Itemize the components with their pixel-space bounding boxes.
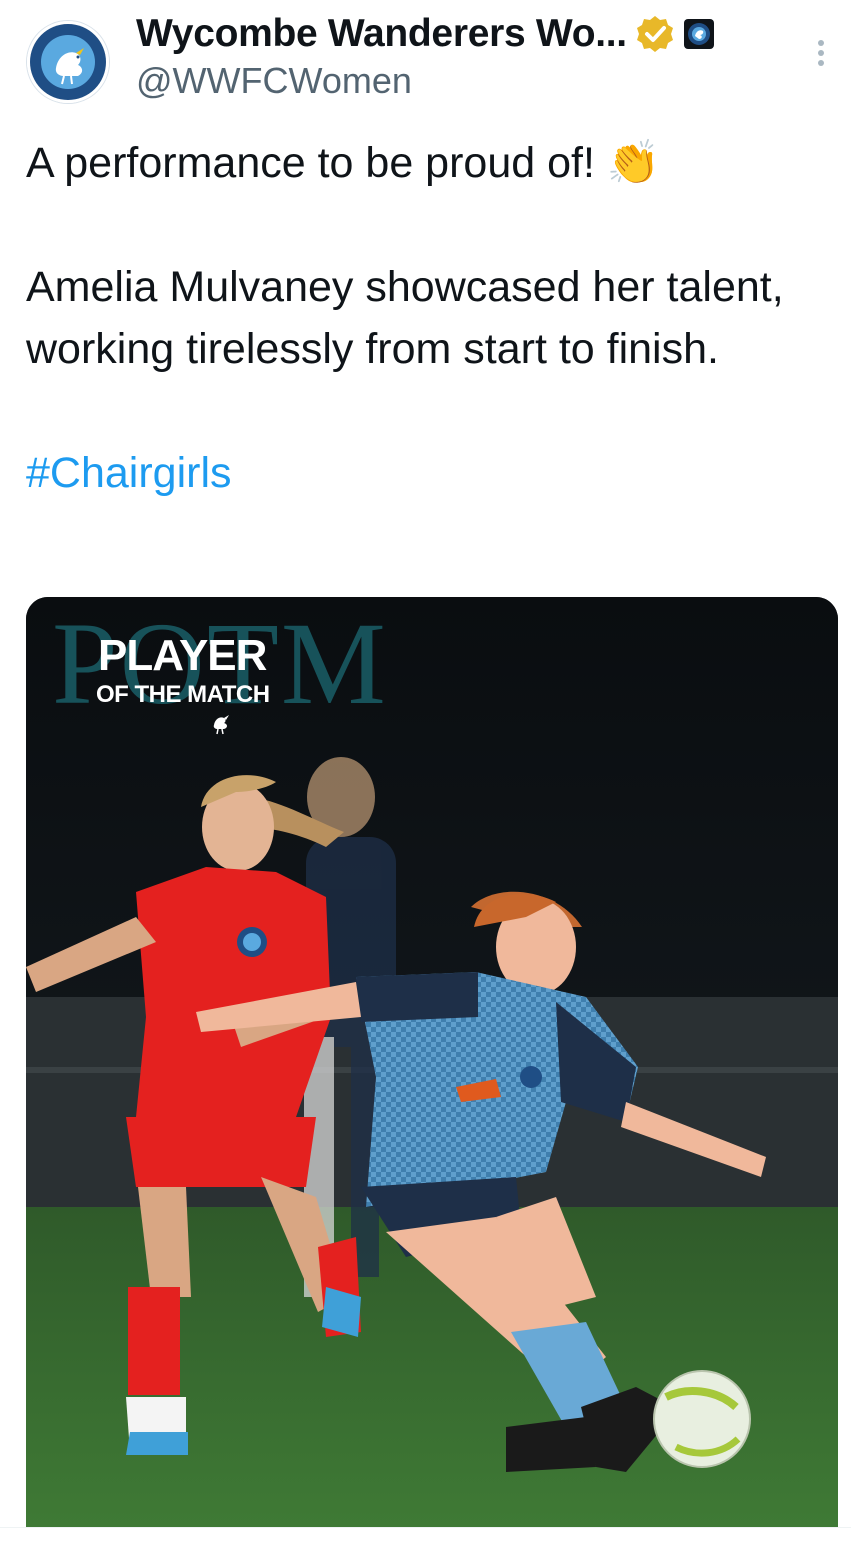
match-photo [26,597,838,1527]
hashtag-link[interactable]: #Chairgirls [26,449,232,497]
football [653,1370,751,1468]
verified-badge-icon[interactable] [635,14,675,54]
affiliate-crest-icon[interactable] [683,18,715,50]
swan-logo-icon [213,715,229,735]
player-title: PLAYER [98,631,267,680]
account-avatar[interactable] [26,20,110,104]
tweet-header: Wycombe Wanderers Wo... @WWFCWomen [0,0,851,120]
display-name[interactable]: Wycombe Wanderers Wo... [136,12,627,56]
account-handle[interactable]: @WWFCWomen [136,60,412,102]
tweet-line-1: A performance to be proud of! 👏 [26,139,661,187]
more-options-icon[interactable] [806,36,836,70]
club-crest-icon [27,21,109,103]
divider [0,1527,851,1528]
tweet-text: A performance to be proud of! 👏 Amelia M… [26,132,838,504]
tweet-media-image[interactable]: POTM PLAYER OF THE MATCH [26,597,838,1527]
of-the-match-title: OF THE MATCH [96,681,270,708]
name-line: Wycombe Wanderers Wo... [136,10,715,58]
tweet-line-2: Amelia Mulvaney showcased her talent, wo… [26,263,784,373]
